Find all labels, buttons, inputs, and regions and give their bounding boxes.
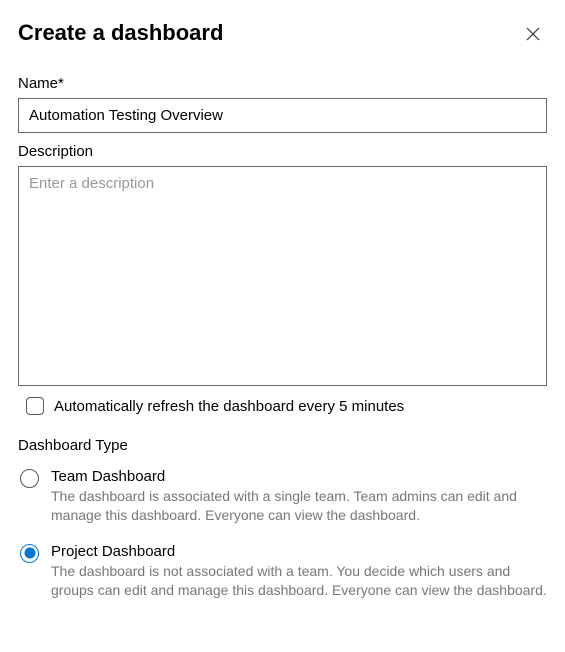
radio-project[interactable] [20,544,39,563]
radio-team-desc: The dashboard is associated with a singl… [51,487,547,525]
close-button[interactable] [519,20,547,51]
name-input[interactable] [18,98,547,133]
description-input[interactable] [18,166,547,386]
dialog-title: Create a dashboard [18,20,223,46]
radio-option-project: Project Dashboard The dashboard is not a… [18,543,547,600]
dialog-header: Create a dashboard [18,20,547,51]
autorefresh-label: Automatically refresh the dashboard ever… [54,398,404,415]
description-label: Description [18,143,547,160]
autorefresh-row: Automatically refresh the dashboard ever… [18,397,547,415]
radio-option-team: Team Dashboard The dashboard is associat… [18,468,547,525]
radio-team-title: Team Dashboard [51,468,547,485]
radio-team-text: Team Dashboard The dashboard is associat… [51,468,547,525]
name-label: Name* [18,75,547,92]
radio-project-title: Project Dashboard [51,543,547,560]
close-icon [525,26,541,46]
radio-team[interactable] [20,469,39,488]
autorefresh-checkbox[interactable] [26,397,44,415]
radio-project-text: Project Dashboard The dashboard is not a… [51,543,547,600]
radio-project-desc: The dashboard is not associated with a t… [51,562,547,600]
dashboard-type-label: Dashboard Type [18,437,547,454]
